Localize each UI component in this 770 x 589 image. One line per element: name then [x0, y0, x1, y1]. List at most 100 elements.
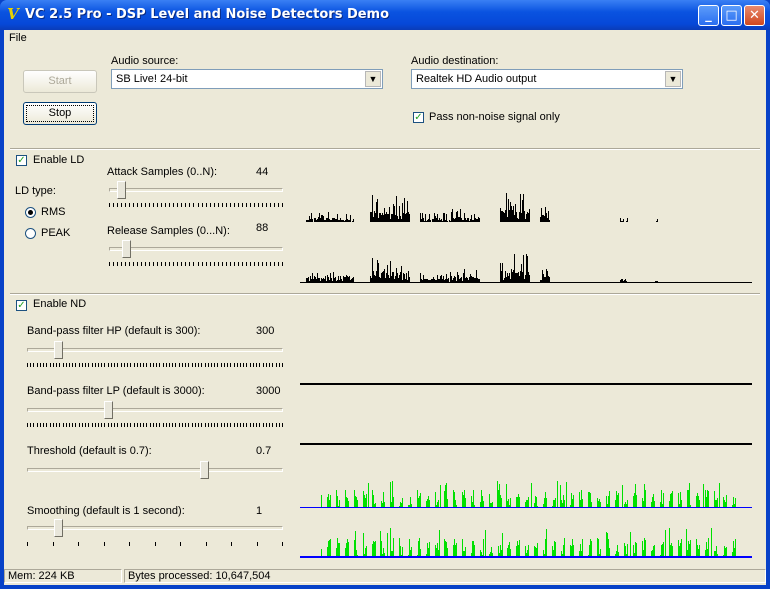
signal-bar — [708, 491, 709, 507]
chevron-down-icon[interactable]: ▼ — [665, 71, 681, 87]
tick-mark — [85, 423, 86, 427]
tick-mark — [27, 542, 28, 546]
maximize-icon: □ — [725, 8, 738, 23]
close-button[interactable]: ✕ — [744, 5, 765, 26]
signal-bar — [555, 498, 556, 507]
tick-mark — [214, 363, 215, 367]
release-slider-thumb[interactable] — [122, 240, 132, 258]
tick-mark — [137, 262, 138, 266]
menu-file[interactable]: File — [9, 32, 27, 44]
tick-mark — [177, 262, 178, 266]
tick-mark — [82, 363, 83, 367]
release-samples-label: Release Samples (0...N): — [107, 225, 230, 237]
enable-nd-checkbox[interactable]: ✓ — [16, 300, 27, 311]
nd-lp-line — [300, 443, 752, 445]
tick-mark — [113, 262, 114, 266]
tick-mark — [88, 363, 89, 367]
tick-mark — [109, 262, 110, 266]
audio-destination-select[interactable]: Realtek HD Audio output ▼ — [411, 69, 683, 89]
tick-mark — [246, 203, 247, 207]
signal-bar — [348, 501, 349, 507]
tick-mark — [259, 363, 260, 367]
tick-mark — [206, 542, 207, 546]
lp-slider-track[interactable] — [27, 408, 283, 412]
tick-mark — [66, 423, 67, 427]
signal-bar — [699, 500, 700, 507]
maximize-button[interactable]: □ — [721, 5, 742, 26]
signal-bar — [546, 498, 547, 507]
signal-bar — [456, 543, 457, 556]
tick-mark — [206, 262, 207, 266]
signal-bar — [557, 481, 558, 507]
signal-bar — [735, 539, 736, 556]
tick-mark — [238, 203, 239, 207]
tick-mark — [269, 423, 270, 427]
start-button[interactable]: Start — [23, 70, 97, 93]
tick-mark — [208, 423, 209, 427]
tick-mark — [192, 423, 193, 427]
smoothing-slider-track[interactable] — [27, 526, 283, 530]
app-v-icon[interactable]: V — [5, 6, 21, 22]
signal-bar — [609, 548, 610, 556]
attack-slider-track[interactable] — [109, 188, 283, 192]
signal-bar — [699, 545, 700, 556]
tick-mark — [153, 363, 154, 367]
signal-bar — [357, 500, 358, 507]
signal-bar — [609, 491, 610, 507]
chevron-down-icon[interactable]: ▼ — [365, 71, 381, 87]
signal-bar — [375, 503, 376, 507]
tick-mark — [270, 203, 271, 207]
tick-mark — [137, 363, 138, 367]
signal-bar — [366, 494, 367, 507]
tick-mark — [108, 423, 109, 427]
tick-mark — [117, 203, 118, 207]
signal-bar — [411, 504, 412, 507]
release-slider-track[interactable] — [109, 247, 283, 251]
signal-bar — [636, 495, 637, 507]
lp-slider-thumb[interactable] — [103, 401, 113, 419]
audio-source-select[interactable]: SB Live! 24-bit ▼ — [111, 69, 383, 89]
signal-bar — [529, 275, 530, 282]
pass-non-noise-checkbox[interactable]: ✓ — [413, 112, 424, 123]
bytes-processed-value: 10,647,504 — [215, 570, 271, 582]
tick-mark — [257, 542, 258, 546]
tick-mark — [161, 262, 162, 266]
tick-mark — [272, 423, 273, 427]
tick-mark — [231, 542, 232, 546]
tick-mark — [259, 423, 260, 427]
signal-bar — [717, 498, 718, 507]
signal-bar — [689, 483, 690, 507]
audio-source-label: Audio source: — [111, 55, 179, 67]
signal-bar — [420, 549, 421, 556]
hp-filter-value: 300 — [256, 325, 275, 337]
tick-mark — [140, 363, 141, 367]
stop-button[interactable]: Stop — [23, 102, 97, 125]
tick-mark — [210, 203, 211, 207]
tick-mark — [202, 203, 203, 207]
tick-mark — [250, 423, 251, 427]
tick-mark — [218, 203, 219, 207]
threshold-slider-thumb[interactable] — [199, 461, 209, 479]
tick-mark — [206, 203, 207, 207]
signal-bar — [636, 543, 637, 556]
rms-radio[interactable] — [25, 207, 36, 218]
tick-mark — [95, 423, 96, 427]
peak-radio[interactable] — [25, 228, 36, 239]
minimize-button[interactable]: _ — [698, 5, 719, 26]
smoothing-slider-thumb[interactable] — [54, 519, 64, 537]
attack-slider-thumb[interactable] — [117, 181, 127, 199]
hp-slider-thumb[interactable] — [54, 341, 64, 359]
tick-mark — [129, 262, 130, 266]
tick-mark — [222, 203, 223, 207]
threshold-slider-track[interactable] — [27, 468, 283, 472]
title-bar[interactable]: V VC 2.5 Pro - DSP Level and Noise Detec… — [0, 0, 770, 30]
signal-bar — [626, 281, 627, 282]
signal-bar — [510, 549, 511, 556]
hp-slider-ticks — [27, 363, 283, 367]
enable-ld-checkbox[interactable]: ✓ — [16, 155, 27, 166]
ld-level-graph-bottom — [300, 252, 752, 283]
hp-slider-track[interactable] — [27, 348, 283, 352]
signal-bar — [409, 214, 410, 222]
attack-samples-label: Attack Samples (0..N): — [107, 166, 218, 178]
tick-mark — [143, 423, 144, 427]
